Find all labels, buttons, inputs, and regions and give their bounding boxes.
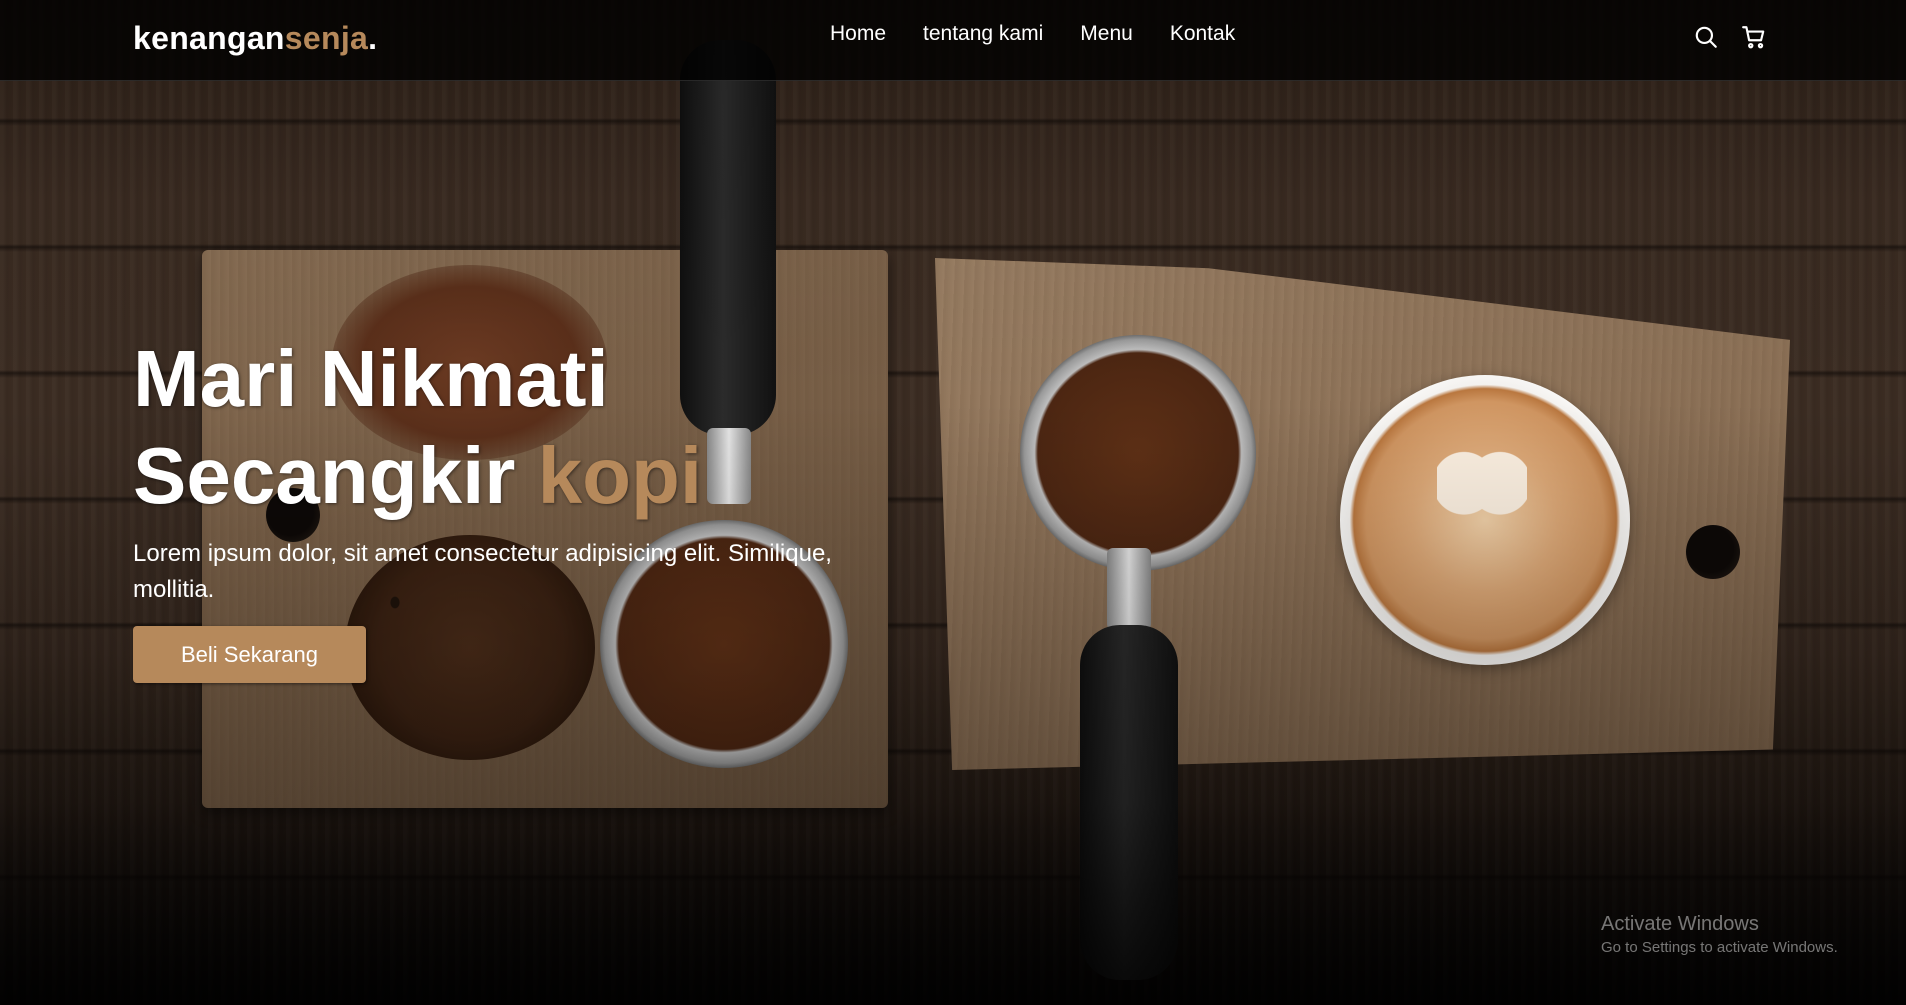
hero-title: Mari Nikmati Secangkir kopi bbox=[133, 330, 893, 524]
nav-link-menu[interactable]: Menu bbox=[1080, 22, 1133, 46]
nav-link-kontak[interactable]: Kontak bbox=[1170, 22, 1235, 46]
hero-title-line2: Secangkir bbox=[133, 431, 538, 520]
navbar: kenangansenja. Home tentang kami Menu Ko… bbox=[0, 0, 1906, 81]
hero-content: Mari Nikmati Secangkir kopi Lorem ipsum … bbox=[133, 330, 893, 683]
nav-links: Home tentang kami Menu Kontak bbox=[830, 22, 1235, 46]
nav-link-home[interactable]: Home bbox=[830, 22, 886, 46]
nav-icons bbox=[1693, 24, 1767, 50]
nav-link-tentang-kami[interactable]: tentang kami bbox=[923, 22, 1043, 46]
brand-logo[interactable]: kenangansenja. bbox=[133, 20, 377, 57]
watermark-title: Activate Windows bbox=[1601, 913, 1759, 935]
brand-name-part1: kenangan bbox=[133, 20, 285, 56]
beli-sekarang-button[interactable]: Beli Sekarang bbox=[133, 626, 366, 683]
search-icon[interactable] bbox=[1693, 24, 1719, 50]
brand-name-part2: senja bbox=[284, 20, 369, 56]
hero-title-line1: Mari Nikmati bbox=[133, 334, 609, 423]
hero-description: Lorem ipsum dolor, sit amet consectetur … bbox=[133, 540, 832, 603]
brand-dot: . bbox=[368, 20, 378, 56]
watermark-subtitle: Go to Settings to activate Windows. bbox=[1601, 939, 1838, 956]
shopping-cart-icon[interactable] bbox=[1741, 24, 1767, 50]
hero-title-accent: kopi bbox=[537, 431, 703, 520]
activate-windows-watermark: Activate Windows Go to Settings to activ… bbox=[1601, 913, 1838, 956]
